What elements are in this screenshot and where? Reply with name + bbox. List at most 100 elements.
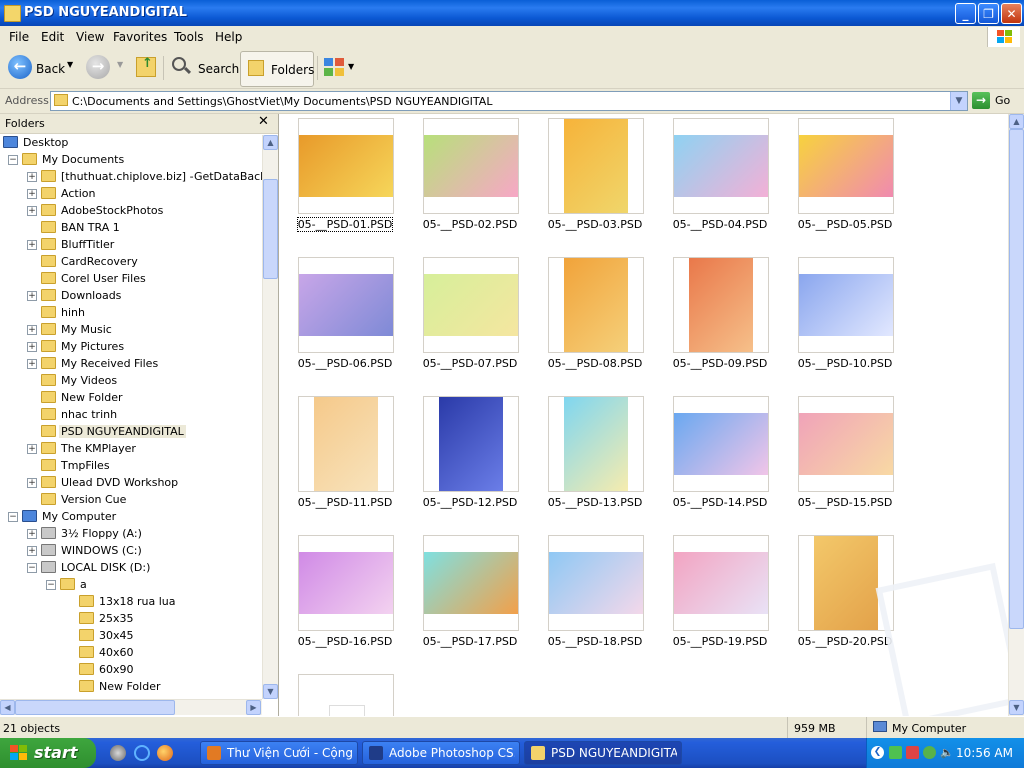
expand-icon[interactable]: + (27, 478, 37, 488)
pictures-folder-icon (41, 340, 56, 352)
scroll-down-icon[interactable]: ▼ (263, 684, 278, 699)
back-button[interactable]: Back (36, 62, 65, 76)
expand-icon[interactable]: + (27, 546, 37, 556)
expand-icon[interactable]: + (27, 359, 37, 369)
menu-file[interactable]: File (9, 30, 29, 44)
file-item[interactable]: 05-__PSD-17.PSD (405, 532, 525, 662)
firefox-icon[interactable] (157, 745, 173, 761)
folder-icon (41, 187, 56, 199)
tree-item-label: My Received Files (61, 357, 159, 370)
expand-icon[interactable]: + (27, 529, 37, 539)
network-icon[interactable] (889, 746, 902, 759)
expand-icon[interactable]: + (27, 172, 37, 182)
views-dropdown-icon[interactable]: ▼ (348, 62, 354, 71)
file-item[interactable]: 05-__PSD-14.PSD (655, 393, 775, 523)
go-button[interactable]: Go (995, 94, 1010, 107)
back-dropdown-icon[interactable]: ▼ (67, 60, 73, 69)
scroll-thumb[interactable] (263, 179, 278, 279)
file-item[interactable]: 05-__PSD-05.PSD (780, 115, 900, 245)
file-name: 05-__PSD-02.PSD (422, 218, 518, 231)
title-bar[interactable]: PSD NGUYEANDIGITAL _ ❐ ✕ (0, 0, 1024, 26)
scroll-up-icon[interactable]: ▲ (1009, 114, 1024, 129)
scroll-up-icon[interactable]: ▲ (263, 135, 278, 150)
restore-button[interactable]: ❐ (978, 3, 999, 24)
forward-arrow-icon[interactable]: → (86, 55, 110, 79)
scroll-thumb[interactable] (1009, 129, 1024, 629)
search-button[interactable]: Search (198, 62, 239, 76)
collapse-icon[interactable]: − (8, 512, 18, 522)
folder-icon (41, 476, 56, 488)
tray-app-icon[interactable] (906, 746, 919, 759)
tree-horizontal-scrollbar[interactable]: ◀ ▶ (0, 699, 262, 715)
tray-app-icon[interactable] (923, 746, 936, 759)
internet-explorer-icon[interactable] (134, 745, 150, 761)
file-item[interactable]: 05-__PSD-16.PSD (280, 532, 400, 662)
volume-icon[interactable]: 🔈 (940, 746, 954, 759)
file-item[interactable]: 05-__PSD-08.PSD (530, 254, 650, 384)
back-arrow-icon[interactable]: ← (8, 55, 32, 79)
expand-icon[interactable]: + (27, 291, 37, 301)
file-item[interactable]: 05-__PSD-02.PSD (405, 115, 525, 245)
scroll-right-icon[interactable]: ▶ (246, 700, 261, 715)
folders-pane: Folders ✕ Desktop − My Documents + [thuthuat… (0, 114, 279, 716)
expand-icon[interactable]: + (27, 342, 37, 352)
forward-dropdown-icon[interactable]: ▼ (117, 60, 123, 69)
collapse-icon[interactable]: − (46, 580, 56, 590)
address-field[interactable]: C:\Documents and Settings\GhostViet\My D… (50, 91, 968, 111)
file-item[interactable] (280, 671, 400, 716)
expand-icon[interactable]: + (27, 206, 37, 216)
scroll-down-icon[interactable]: ▼ (1009, 700, 1024, 715)
file-item[interactable]: 05-__PSD-09.PSD (655, 254, 775, 384)
file-item[interactable]: 05-__PSD-04.PSD (655, 115, 775, 245)
menu-help[interactable]: Help (215, 30, 242, 44)
minimize-button[interactable]: _ (955, 3, 976, 24)
tree-item-label: AdobeStockPhotos (61, 204, 164, 217)
media-player-icon[interactable] (110, 745, 126, 761)
file-item[interactable]: 05-__PSD-18.PSD (530, 532, 650, 662)
expand-icon[interactable]: + (27, 240, 37, 250)
taskbar-button[interactable]: Adobe Photoshop CS... (362, 741, 520, 765)
address-dropdown-icon[interactable]: ▼ (950, 92, 967, 110)
file-item[interactable]: 05-__PSD-01.PSD (280, 115, 400, 245)
scroll-thumb[interactable] (15, 700, 175, 715)
menu-tools[interactable]: Tools (174, 30, 204, 44)
menu-edit[interactable]: Edit (41, 30, 64, 44)
window-title: PSD NGUYEANDIGITAL (24, 5, 187, 20)
file-item[interactable]: 05-__PSD-03.PSD (530, 115, 650, 245)
windows-logo-icon (987, 27, 1020, 47)
file-item[interactable]: 05-__PSD-07.PSD (405, 254, 525, 384)
menu-favorites[interactable]: Favorites (113, 30, 167, 44)
expand-icon[interactable]: + (27, 444, 37, 454)
file-item[interactable]: 05-__PSD-15.PSD (780, 393, 900, 523)
tree-vertical-scrollbar[interactable]: ▲ ▼ (262, 135, 278, 699)
tray-expand-icon[interactable]: ❮ (871, 746, 884, 759)
file-item[interactable]: 05-__PSD-12.PSD (405, 393, 525, 523)
file-item[interactable]: 05-__PSD-19.PSD (655, 532, 775, 662)
expand-icon[interactable]: + (27, 325, 37, 335)
up-folder-icon[interactable]: ↑ (136, 56, 156, 77)
tree-item-label: 25x35 (99, 612, 134, 625)
folder-icon (79, 595, 94, 607)
taskbar-button[interactable]: Thư Viện Cưới - Cộng ... (200, 741, 358, 765)
taskbar-button[interactable]: PSD NGUYEANDIGITAL (524, 741, 682, 765)
close-button[interactable]: ✕ (1001, 3, 1022, 24)
start-button[interactable]: start (0, 738, 96, 768)
collapse-icon[interactable]: − (27, 563, 37, 573)
file-item[interactable]: 05-__PSD-10.PSD (780, 254, 900, 384)
psd-thumbnail-image (299, 552, 393, 614)
file-name-label: 05-__PSD-07.PSD (405, 357, 535, 370)
file-item[interactable]: 05-__PSD-13.PSD (530, 393, 650, 523)
menu-view[interactable]: View (76, 30, 104, 44)
views-icon[interactable] (324, 58, 346, 78)
collapse-icon[interactable]: − (8, 155, 18, 165)
content-vertical-scrollbar[interactable]: ▲ ▼ (1008, 114, 1024, 716)
file-list-view[interactable]: 05-__PSD-01.PSD 05-__PSD-02.PSD 05-__PSD-0… (279, 114, 1024, 728)
folders-button[interactable]: Folders (240, 51, 314, 87)
scroll-left-icon[interactable]: ◀ (0, 700, 15, 715)
thumbnail-frame (548, 118, 644, 214)
file-item[interactable]: 05-__PSD-06.PSD (280, 254, 400, 384)
file-item[interactable]: 05-__PSD-11.PSD (280, 393, 400, 523)
expand-icon[interactable]: + (27, 189, 37, 199)
go-arrow-icon[interactable]: → (972, 92, 990, 109)
close-pane-icon[interactable]: ✕ (258, 114, 269, 129)
